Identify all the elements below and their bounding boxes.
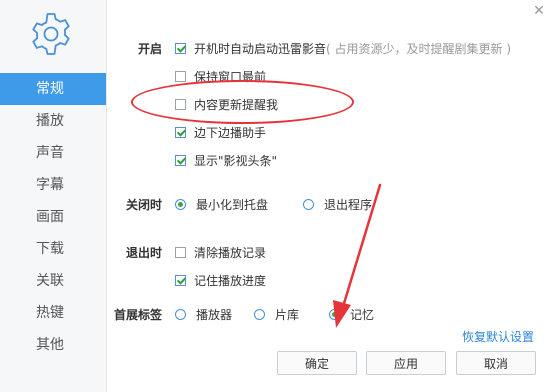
option-minimize-tray[interactable]: 最小化到托盘 [175, 196, 268, 213]
minimize-tray-radio[interactable] [175, 199, 186, 210]
option-clear-history[interactable]: 清除播放记录 [175, 244, 266, 261]
gear-icon [32, 13, 70, 55]
sidebar-item-association[interactable]: 关联 [0, 265, 106, 297]
update-reminder-checkbox[interactable] [175, 99, 186, 110]
stream-assistant-label: 边下边播助手 [194, 126, 267, 140]
apply-button[interactable]: 应用 [366, 351, 446, 375]
autostart-label: 开机时自动启动迅雷影音 [194, 42, 327, 56]
sidebar-item-hotkeys[interactable]: 热键 [0, 297, 106, 329]
option-update-reminder[interactable]: 内容更新提醒我 [175, 96, 278, 113]
settings-window: 常规 播放 声音 字幕 画面 下载 关联 热键 其他 ✕ 开启 开机时自动启动迅… [0, 0, 556, 392]
option-tab-library[interactable]: 片库 [254, 306, 299, 323]
clear-history-checkbox[interactable] [175, 247, 186, 258]
tab-player-radio[interactable] [175, 309, 186, 320]
always-on-top-checkbox[interactable] [175, 71, 186, 82]
remember-progress-checkbox[interactable] [175, 275, 186, 286]
option-tab-memory[interactable]: 记忆 [329, 306, 374, 323]
tab-library-radio[interactable] [254, 309, 265, 320]
tab-memory-radio[interactable] [329, 309, 340, 320]
autostart-hint: ( 占用资源少，及时提醒剧集更新 ) [326, 42, 512, 56]
restore-defaults-link[interactable]: 恢复默认设置 [462, 328, 534, 345]
autostart-checkbox[interactable] [175, 43, 186, 54]
tab-player-label: 播放器 [196, 308, 233, 322]
sidebar-item-download[interactable]: 下载 [0, 233, 106, 265]
option-always-on-top[interactable]: 保持窗口最前 [175, 68, 266, 85]
close-icon[interactable]: ✕ [532, 4, 546, 18]
update-reminder-label: 内容更新提醒我 [194, 98, 279, 112]
always-on-top-label: 保持窗口最前 [194, 70, 267, 84]
sidebar-item-general[interactable]: 常规 [0, 73, 106, 105]
stream-assistant-checkbox[interactable] [175, 127, 186, 138]
sidebar-item-other[interactable]: 其他 [0, 329, 106, 361]
sidebar-item-sound[interactable]: 声音 [0, 137, 106, 169]
option-stream-assistant[interactable]: 边下边播助手 [175, 124, 266, 141]
section-label-startup: 开启 [137, 42, 162, 56]
sidebar-nav: 常规 播放 声音 字幕 画面 下载 关联 热键 其他 [0, 73, 106, 361]
quit-program-radio[interactable] [303, 199, 314, 210]
remember-progress-label: 记住播放进度 [194, 274, 267, 288]
tab-memory-label: 记忆 [350, 308, 375, 322]
option-headlines[interactable]: 显示"影视头条" [175, 152, 277, 169]
section-label-exit: 退出时 [125, 246, 162, 260]
cancel-button[interactable]: 取消 [456, 351, 536, 375]
headlines-label: 显示"影视头条" [194, 154, 278, 168]
sidebar: 常规 播放 声音 字幕 画面 下载 关联 热键 其他 [0, 0, 107, 392]
option-autostart[interactable]: 开机时自动启动迅雷影音 ( 占用资源少，及时提醒剧集更新 ) [175, 40, 511, 57]
option-quit-program[interactable]: 退出程序 [303, 196, 372, 213]
option-remember-progress[interactable]: 记住播放进度 [175, 272, 266, 289]
section-label-home-tab: 首展标签 [113, 308, 162, 322]
section-label-close: 关闭时 [125, 198, 162, 212]
sidebar-item-subtitles[interactable]: 字幕 [0, 169, 106, 201]
option-tab-player[interactable]: 播放器 [175, 306, 232, 323]
sidebar-item-picture[interactable]: 画面 [0, 201, 106, 233]
ok-button[interactable]: 确定 [277, 351, 357, 375]
minimize-tray-label: 最小化到托盘 [196, 198, 269, 212]
tab-library-label: 片库 [275, 308, 300, 322]
clear-history-label: 清除播放记录 [194, 246, 267, 260]
headlines-checkbox[interactable] [175, 155, 186, 166]
quit-program-label: 退出程序 [324, 198, 373, 212]
sidebar-item-playback[interactable]: 播放 [0, 105, 106, 137]
